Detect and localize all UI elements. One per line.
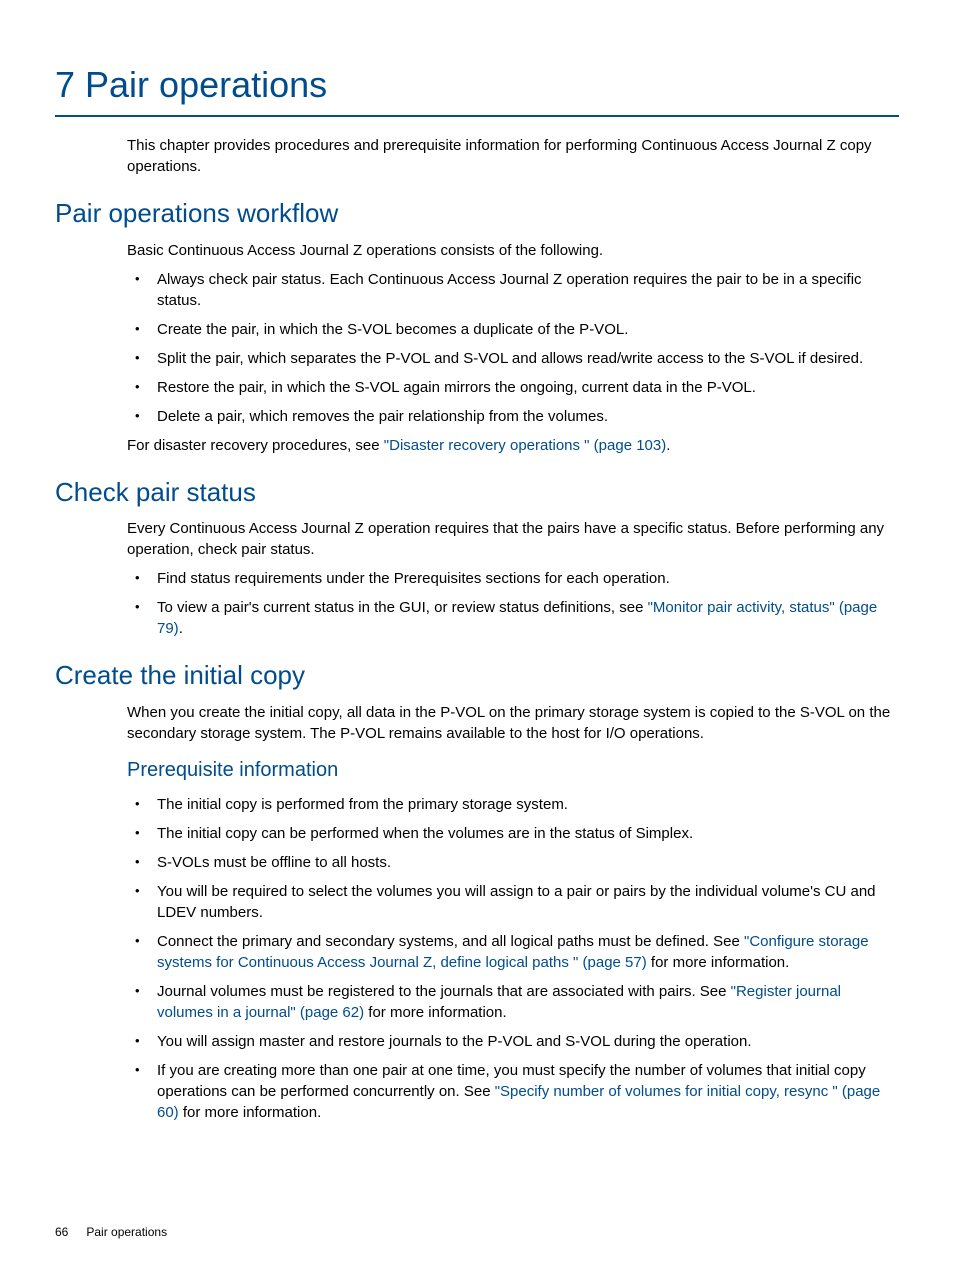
section-check-status-title: Check pair status (55, 474, 899, 510)
text: Journal volumes must be registered to th… (157, 983, 731, 1000)
text: for more information. (179, 1104, 322, 1121)
list-item: Split the pair, which separates the P-VO… (157, 348, 899, 369)
list-item: Delete a pair, which removes the pair re… (157, 406, 899, 427)
list-item: Journal volumes must be registered to th… (157, 981, 899, 1023)
workflow-bullet-list: Always check pair status. Each Continuou… (127, 269, 899, 427)
text: . (179, 620, 183, 637)
prerequisite-bullet-list: The initial copy is performed from the p… (127, 794, 899, 1123)
text: To view a pair's current status in the G… (157, 599, 648, 616)
prerequisite-title: Prerequisite information (127, 756, 899, 784)
list-item: If you are creating more than one pair a… (157, 1060, 899, 1123)
list-item: You will be required to select the volum… (157, 881, 899, 923)
text: for more information. (647, 954, 790, 971)
section-create-copy-title: Create the initial copy (55, 657, 899, 693)
section-workflow-intro: Basic Continuous Access Journal Z operat… (127, 240, 899, 261)
footer-label: Pair operations (86, 1225, 167, 1239)
text: . (666, 437, 670, 454)
disaster-recovery-link[interactable]: "Disaster recovery operations " (page 10… (384, 437, 666, 454)
list-item: You will assign master and restore journ… (157, 1031, 899, 1052)
page-footer: 66 Pair operations (55, 1224, 167, 1241)
text: Connect the primary and secondary system… (157, 933, 744, 950)
list-item: Find status requirements under the Prere… (157, 568, 899, 589)
list-item: To view a pair's current status in the G… (157, 597, 899, 639)
section-create-copy-intro: When you create the initial copy, all da… (127, 702, 899, 744)
chapter-title: 7 Pair operations (55, 60, 899, 117)
list-item: The initial copy can be performed when t… (157, 823, 899, 844)
list-item: S-VOLs must be offline to all hosts. (157, 852, 899, 873)
list-item: Restore the pair, in which the S-VOL aga… (157, 377, 899, 398)
section-workflow-title: Pair operations workflow (55, 195, 899, 231)
list-item: Create the pair, in which the S-VOL beco… (157, 319, 899, 340)
list-item: Connect the primary and secondary system… (157, 931, 899, 973)
list-item: The initial copy is performed from the p… (157, 794, 899, 815)
check-status-bullet-list: Find status requirements under the Prere… (127, 568, 899, 639)
section-check-status-intro: Every Continuous Access Journal Z operat… (127, 518, 899, 560)
text: For disaster recovery procedures, see (127, 437, 384, 454)
text: for more information. (364, 1004, 507, 1021)
chapter-intro: This chapter provides procedures and pre… (127, 135, 899, 177)
list-item: Always check pair status. Each Continuou… (157, 269, 899, 311)
workflow-outro: For disaster recovery procedures, see "D… (127, 435, 899, 456)
page-number: 66 (55, 1225, 68, 1239)
